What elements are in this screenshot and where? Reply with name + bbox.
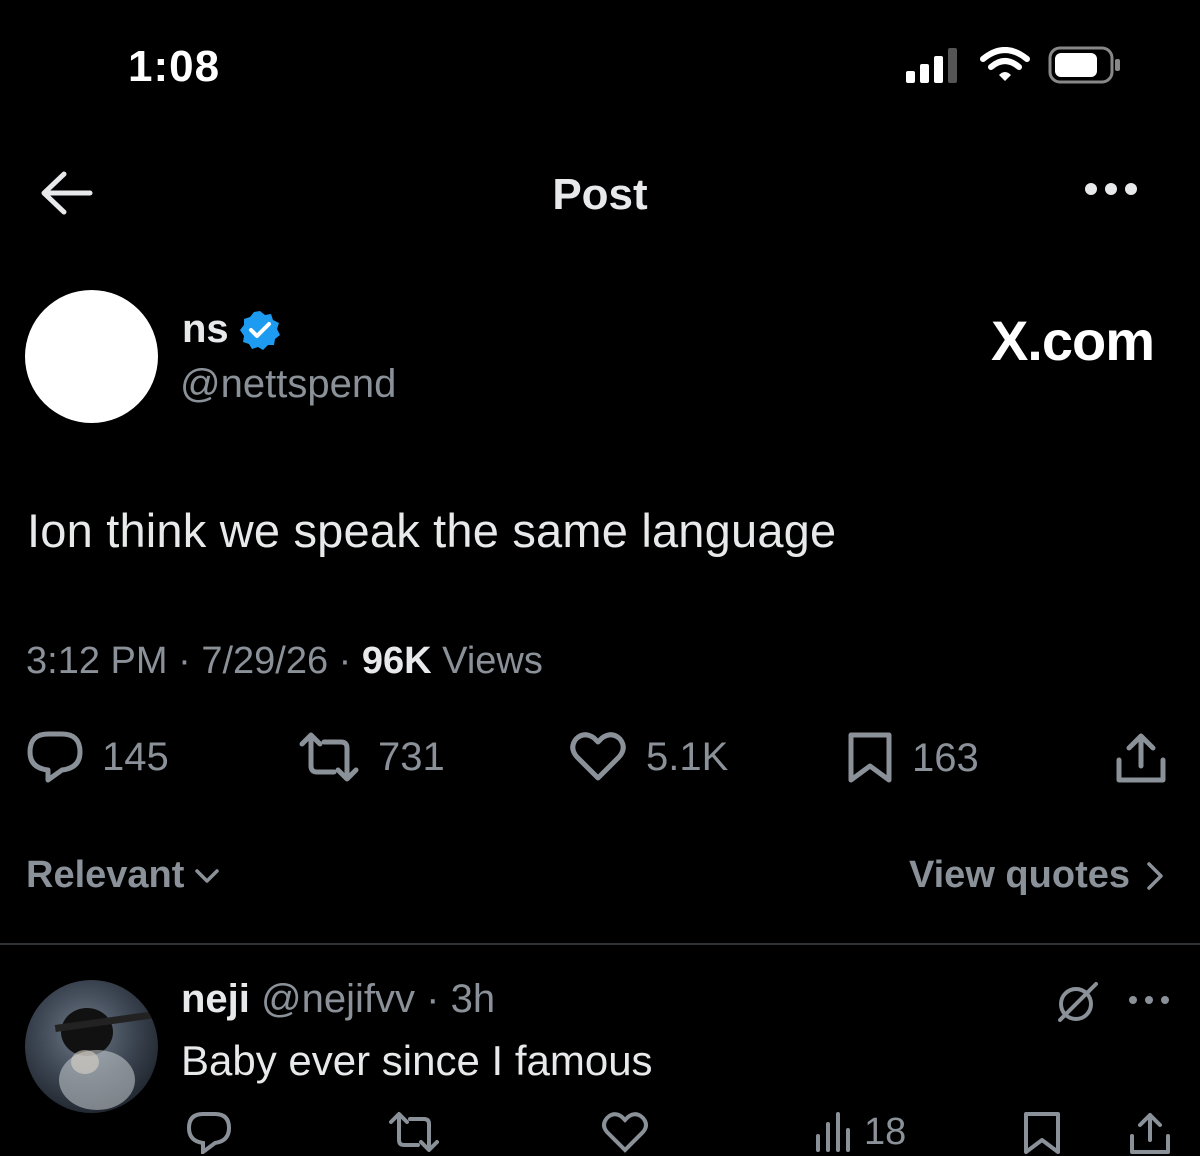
share-button[interactable] xyxy=(1114,730,1168,786)
reply-more-button[interactable] xyxy=(1128,995,1170,1005)
more-icon xyxy=(1085,183,1137,195)
share-icon xyxy=(1130,1113,1170,1154)
views-chart-icon xyxy=(816,1112,850,1152)
more-icon xyxy=(1129,996,1169,1004)
heart-icon xyxy=(570,732,626,781)
reply-avatar[interactable] xyxy=(25,980,158,1113)
post-time[interactable]: 3:12 PM xyxy=(26,640,168,682)
reply-text: Baby ever since I famous xyxy=(181,1037,653,1084)
views-count: 96K xyxy=(361,640,432,682)
reply-bookmark-button[interactable] xyxy=(1022,1110,1062,1156)
author-name[interactable]: ns xyxy=(182,307,229,352)
post-meta: 3:12 PM · 7/29/26 · 96K Views xyxy=(26,640,543,683)
slash-circle-icon xyxy=(1058,982,1098,1022)
reply-author-handle[interactable]: @nejifvv xyxy=(261,977,415,1021)
meta-separator: · xyxy=(178,640,191,682)
status-icons xyxy=(906,46,1122,84)
reply-icon xyxy=(27,731,83,783)
more-options-button[interactable] xyxy=(1084,182,1138,196)
view-quotes-label: View quotes xyxy=(908,854,1130,896)
status-time: 1:08 xyxy=(128,42,221,91)
bookmark-count: 163 xyxy=(912,735,979,780)
repost-button[interactable]: 731 xyxy=(298,730,445,784)
reply-like-button[interactable] xyxy=(600,1110,650,1154)
battery-icon xyxy=(1048,46,1122,84)
reply-reply-button[interactable] xyxy=(185,1110,233,1154)
xcom-watermark: X.com xyxy=(990,309,1155,372)
reply-header: neji @nejifvv · 3h xyxy=(181,977,495,1022)
repost-count: 731 xyxy=(378,734,445,779)
like-count: 5.1K xyxy=(646,734,729,779)
verified-badge-icon xyxy=(239,309,281,351)
reply-repost-button[interactable] xyxy=(388,1110,440,1154)
reply-grok-button[interactable] xyxy=(1052,978,1102,1026)
page-title: Post xyxy=(552,170,648,219)
view-quotes-link[interactable]: View quotes xyxy=(909,854,1164,897)
wifi-icon xyxy=(980,47,1030,83)
reply-age: 3h xyxy=(450,977,496,1021)
repost-icon xyxy=(299,732,359,782)
share-icon xyxy=(1116,733,1166,783)
meta-separator: · xyxy=(338,640,352,682)
post-date[interactable]: 7/29/26 xyxy=(201,640,328,682)
post-text: Ion think we speak the same language xyxy=(27,504,837,557)
reply-share-button[interactable] xyxy=(1128,1110,1172,1156)
reply-author-name[interactable]: neji xyxy=(181,977,250,1021)
heart-icon xyxy=(602,1112,648,1153)
repost-icon xyxy=(389,1112,439,1152)
bookmark-button[interactable]: 163 xyxy=(846,730,979,786)
author-handle[interactable]: @nettspend xyxy=(180,362,396,407)
views-label: Views xyxy=(442,640,543,682)
reply-icon xyxy=(186,1112,232,1154)
like-button[interactable]: 5.1K xyxy=(568,730,728,784)
reply-separator: · xyxy=(426,977,440,1021)
sort-dropdown[interactable]: Relevant xyxy=(26,854,220,897)
chevron-down-icon xyxy=(195,868,220,883)
signal-icon xyxy=(906,47,962,83)
chevron-right-icon xyxy=(1147,861,1163,890)
divider xyxy=(0,943,1200,945)
author-name-row[interactable]: ns xyxy=(182,307,281,352)
bookmark-icon xyxy=(1024,1112,1060,1154)
reply-count: 145 xyxy=(102,734,169,779)
reply-views-count: 18 xyxy=(864,1110,907,1153)
bookmark-icon xyxy=(848,732,892,783)
reply-views-button[interactable]: 18 xyxy=(814,1110,906,1154)
author-avatar[interactable] xyxy=(25,290,158,423)
reply-button[interactable]: 145 xyxy=(26,730,169,784)
sort-label: Relevant xyxy=(26,854,185,896)
